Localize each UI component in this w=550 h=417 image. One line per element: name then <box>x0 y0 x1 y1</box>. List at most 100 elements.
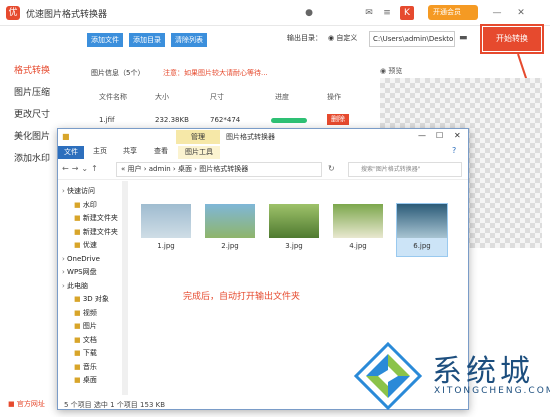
nav-item[interactable]: ■ 图片 <box>74 320 97 332</box>
tab-file[interactable]: 文件 <box>58 146 84 159</box>
ribbon: ■ 管理 图片格式转换器 — ☐ ✕ 文件 主页 共享 查看 图片工具 ? <box>58 129 468 159</box>
nav-item-label: 视频 <box>82 308 97 317</box>
clear-list-button[interactable]: 清除列表 <box>171 33 207 47</box>
watermark-subtext: XITONGCHENG.COM <box>434 386 550 396</box>
folder-icon[interactable]: ▬ <box>459 33 468 43</box>
nav-item[interactable]: ■ 音乐 <box>74 361 97 373</box>
close-icon[interactable]: ✕ <box>514 6 528 20</box>
sidebar-item-compress[interactable]: 图片压缩 <box>0 82 80 104</box>
toolbar: 添加文件 添加目录 清除列表 输出目录： ◉ 自定义 C:\Users\admi… <box>85 30 545 52</box>
folder-icon: ■ <box>74 214 83 222</box>
refresh-icon[interactable]: ↻ <box>328 164 335 173</box>
col-action-header: 操作 <box>327 93 341 101</box>
nav-scrollbar[interactable] <box>122 181 128 395</box>
path-breadcrumb[interactable]: « 用户 › admin › 桌面 › 图片格式转换器 <box>116 162 322 177</box>
nav-item-label: 文档 <box>82 335 97 344</box>
navigation-pane: › 快速访问 ■ 水印 ■ 新建文件夹 ■ 新建文件夹 ■ 优速 › OneDrive › … <box>58 181 128 391</box>
brand-icon[interactable]: K <box>400 6 414 20</box>
file-name: 2.jpg <box>221 242 239 250</box>
folder-icon: ■ <box>74 335 83 344</box>
completion-note: 完成后，自动打开输出文件夹 <box>183 292 301 302</box>
minimize-icon[interactable]: — <box>490 6 504 20</box>
menu-icon[interactable]: ≡ <box>380 6 394 20</box>
watermark-emblem-icon <box>353 341 423 410</box>
nav-item-label: 下载 <box>82 349 97 357</box>
file-item[interactable]: 3.jpg <box>269 204 319 256</box>
col-size-header: 大小 <box>155 93 169 101</box>
folder-icon: ■ <box>74 308 83 317</box>
nav-item[interactable]: ■ 文档 <box>74 334 97 346</box>
file-name: 3.jpg <box>285 242 303 250</box>
nav-arrows-icon[interactable]: ←→⌄↑ <box>62 164 101 173</box>
tab-picture-tools[interactable]: 图片工具 <box>178 146 220 159</box>
nav-item[interactable]: › WPS网盘 <box>62 266 97 278</box>
col-progress-header: 进度 <box>275 93 289 101</box>
nav-item-label: OneDrive <box>67 254 100 263</box>
nav-item-label: 水印 <box>82 200 97 209</box>
image-thumbnail <box>269 204 319 238</box>
folder-icon: ■ <box>74 295 83 303</box>
nav-item[interactable]: ■ 下载 <box>74 347 97 359</box>
folder-icon: ■ <box>74 322 83 330</box>
folder-icon: ■ <box>74 349 83 357</box>
col-dim-header: 尺寸 <box>210 93 224 101</box>
output-dir-label: 输出目录： <box>287 34 322 42</box>
image-thumbnail <box>141 204 191 238</box>
preview-label: ◉ 预览 <box>380 67 403 75</box>
search-input[interactable]: 搜索"图片格式转换器" <box>348 162 462 177</box>
minimize-icon[interactable]: — <box>418 131 426 140</box>
tab-view[interactable]: 查看 <box>154 146 168 156</box>
nav-item[interactable]: ■ 水印 <box>74 199 97 211</box>
table-warning: 注意：如果图片较大请耐心等待... <box>163 69 268 77</box>
help-icon[interactable]: ? <box>452 146 456 155</box>
app-logo-icon: 优 <box>6 6 20 20</box>
image-thumbnail <box>397 204 447 238</box>
start-convert-button[interactable]: 开始转换 <box>480 24 544 54</box>
progress-bar <box>271 118 307 123</box>
nav-item-label: 快速访问 <box>67 187 96 195</box>
row-name: 1.jfif <box>99 116 115 124</box>
output-path-input[interactable]: C:\Users\admin\Deskto <box>369 31 455 47</box>
nav-item-label: 新建文件夹 <box>82 227 118 236</box>
delete-button[interactable]: 删除 <box>327 114 349 125</box>
nav-item[interactable]: ■ 视频 <box>74 307 97 319</box>
folder-icon: ■ <box>74 376 83 384</box>
file-item[interactable]: 6.jpg <box>396 203 448 257</box>
address-bar: ←→⌄↑ « 用户 › admin › 桌面 › 图片格式转换器 ↻ 搜索"图片… <box>58 160 468 180</box>
maximize-icon[interactable]: ☐ <box>436 131 443 140</box>
manage-tab[interactable]: 管理 <box>176 130 220 144</box>
nav-item[interactable]: ■ 新建文件夹 <box>74 226 118 238</box>
user-icon[interactable]: ● <box>302 6 316 20</box>
file-item[interactable]: 4.jpg <box>333 204 383 256</box>
file-item[interactable]: 1.jpg <box>141 204 191 256</box>
nav-item[interactable]: ■ 优速 <box>74 239 97 251</box>
file-item[interactable]: 2.jpg <box>205 204 255 256</box>
nav-item-label: 新建文件夹 <box>82 214 118 222</box>
nav-item[interactable]: › 快速访问 <box>62 185 95 197</box>
custom-radio[interactable]: ◉ 自定义 <box>328 33 357 43</box>
tab-share[interactable]: 共享 <box>123 146 137 156</box>
close-icon[interactable]: ✕ <box>454 131 461 140</box>
folder-small-icon: ■ <box>62 132 70 141</box>
folder-icon: ■ <box>74 200 83 209</box>
add-file-button[interactable]: 添加文件 <box>87 33 123 47</box>
nav-item[interactable]: ■ 新建文件夹 <box>74 212 118 224</box>
title-bar: 优 优速图片格式转换器 ● ✉ ≡ K 开通会员 — ✕ <box>0 0 550 26</box>
official-site-link[interactable]: ■ 官方网址 <box>0 396 80 412</box>
app-title: 优速图片格式转换器 <box>26 10 108 20</box>
nav-item[interactable]: ■ 3D 对象 <box>74 293 109 305</box>
sidebar-item-resize[interactable]: 更改尺寸 <box>0 104 80 126</box>
add-directory-button[interactable]: 添加目录 <box>129 33 165 47</box>
image-thumbnail <box>333 204 383 238</box>
sidebar-item-format[interactable]: 格式转换 <box>0 60 80 82</box>
folder-icon: ■ <box>74 227 83 236</box>
chat-icon[interactable]: ✉ <box>362 6 376 20</box>
vip-button[interactable]: 开通会员 <box>428 5 478 20</box>
nav-item-label: 此电脑 <box>67 281 89 290</box>
nav-item[interactable]: › OneDrive <box>62 253 100 265</box>
image-thumbnail <box>205 204 255 238</box>
tab-home[interactable]: 主页 <box>93 146 107 156</box>
file-name: 1.jpg <box>157 242 175 250</box>
nav-item[interactable]: ■ 桌面 <box>74 374 97 386</box>
nav-item[interactable]: › 此电脑 <box>62 280 88 292</box>
